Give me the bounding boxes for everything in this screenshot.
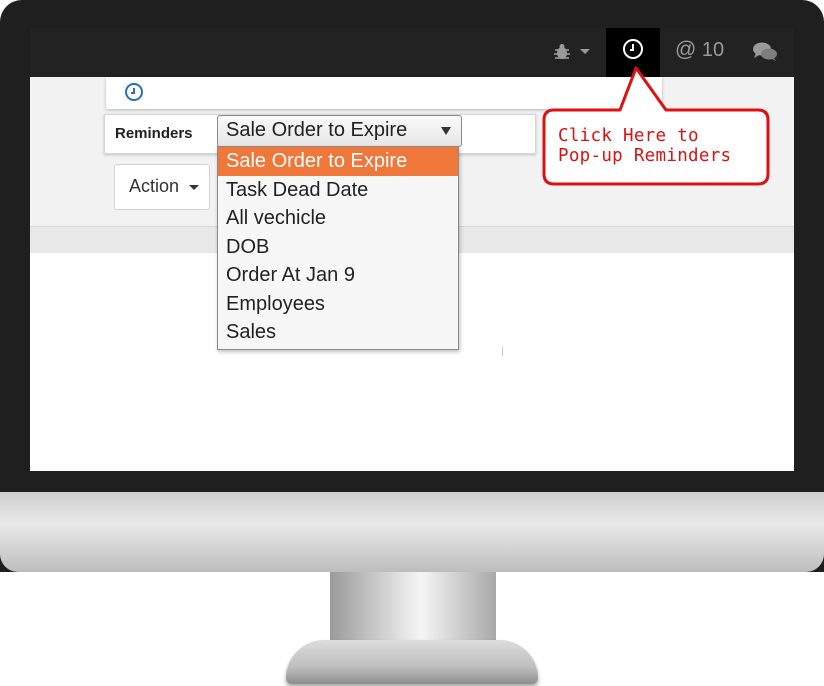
dropdown-option[interactable]: Order At Jan 9: [218, 261, 458, 290]
reminders-label: Reminders: [115, 125, 193, 142]
chevron-down-icon: [580, 49, 590, 54]
callout-bubble: [542, 66, 770, 186]
dropdown-option[interactable]: Task Dead Date: [218, 176, 458, 205]
dropdown-arrow-icon: [441, 127, 451, 135]
column-divider: [502, 346, 503, 356]
dropdown-option[interactable]: Sales: [218, 318, 458, 347]
clock-icon: [125, 83, 143, 101]
dropdown-option[interactable]: DOB: [218, 233, 458, 262]
monitor-stand-base: [286, 640, 538, 684]
dropdown-option[interactable]: Sale Order to Expire: [218, 147, 458, 176]
dropdown-option[interactable]: All vechicle: [218, 204, 458, 233]
monitor-stand-neck: [330, 572, 496, 644]
reminders-select[interactable]: Sale Order to Expire: [217, 115, 462, 147]
callout-line-1: Click Here to: [558, 126, 699, 146]
chevron-down-icon: [189, 185, 199, 190]
action-button-label: Action: [129, 176, 180, 196]
reminders-selected-value: Sale Order to Expire: [226, 119, 408, 141]
action-button[interactable]: Action: [114, 164, 210, 210]
reminders-dropdown-list: Sale Order to Expire Task Dead Date All …: [217, 146, 459, 350]
dropdown-option[interactable]: Employees: [218, 290, 458, 319]
monitor-chin: [0, 492, 824, 572]
clock-icon: [623, 39, 643, 59]
callout-line-2: Pop-up Reminders: [558, 146, 732, 166]
callout-text: Click Here to Pop-up Reminders: [558, 126, 731, 166]
